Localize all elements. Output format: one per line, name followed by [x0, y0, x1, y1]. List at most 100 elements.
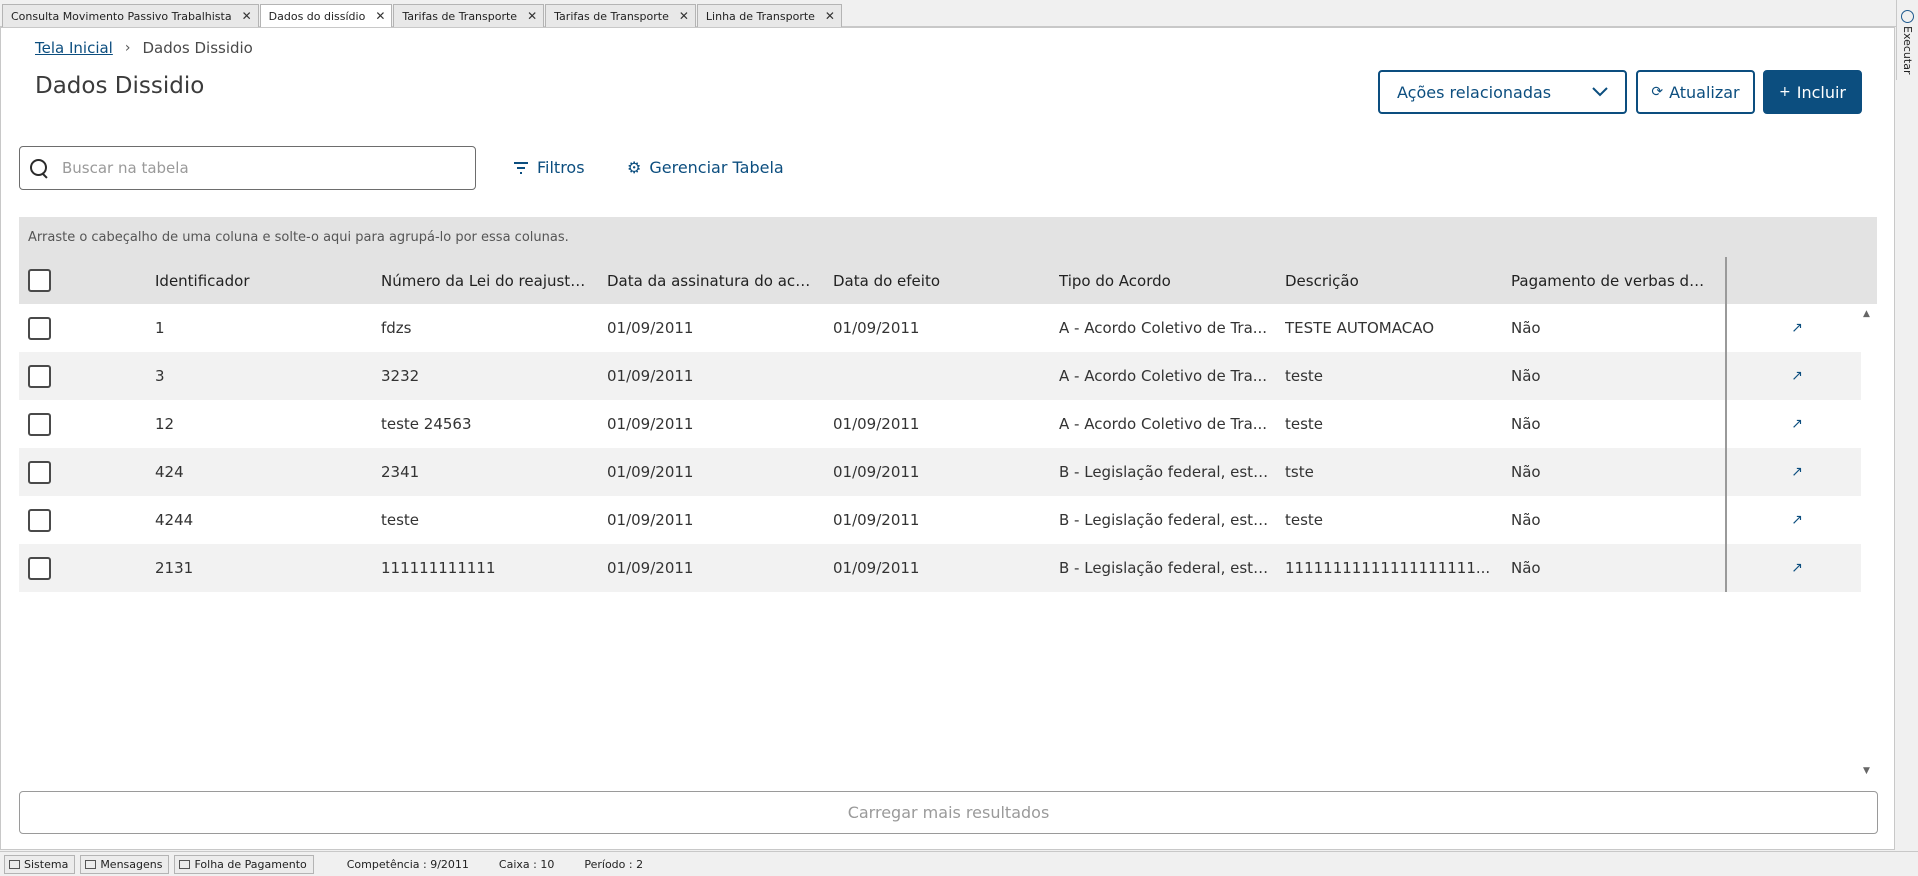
tab-dados-dissidio[interactable]: Dados do dissídio ✕: [259, 4, 393, 27]
cell-data-assinatura: 01/09/2011: [607, 559, 694, 577]
cell-numero-lei: 111111111111: [381, 559, 496, 577]
breadcrumb-home-link[interactable]: Tela Inicial: [35, 39, 113, 57]
related-actions-dropdown[interactable]: Ações relacionadas: [1378, 70, 1627, 114]
open-detail-icon[interactable]: ↗: [1787, 560, 1807, 576]
competence-status: Competência : 9/2011: [346, 857, 469, 871]
open-detail-icon[interactable]: ↗: [1787, 416, 1807, 432]
messages-label: Mensagens: [100, 857, 163, 871]
execute-label: Executar: [1901, 26, 1914, 75]
cell-descricao: teste: [1285, 367, 1324, 385]
close-icon[interactable]: ✕: [679, 9, 689, 23]
table-search-field[interactable]: [19, 146, 476, 190]
tab-label: Linha de Transporte: [705, 9, 815, 23]
update-button[interactable]: ⟳ Atualizar: [1636, 70, 1755, 114]
row-checkbox[interactable]: [28, 364, 51, 388]
cell-pagamento-verbas: Não: [1511, 415, 1541, 433]
tab-consulta-movimento[interactable]: Consulta Movimento Passivo Trabalhista ✕: [2, 4, 259, 27]
table-row[interactable]: 4244 teste 01/09/2011 01/09/2011 B - Leg…: [19, 496, 1861, 544]
close-icon[interactable]: ✕: [527, 9, 537, 23]
cell-descricao: tste: [1285, 463, 1314, 481]
filter-icon: [514, 161, 528, 174]
table-row[interactable]: 3 3232 01/09/2011 A - Acordo Coletivo de…: [19, 352, 1861, 400]
tab-label: Consulta Movimento Passivo Trabalhista: [11, 9, 232, 23]
include-label: Incluir: [1796, 82, 1846, 102]
module-icon: [179, 859, 191, 869]
group-by-dropzone[interactable]: Arraste o cabeçalho de uma coluna e solt…: [19, 217, 1877, 257]
cell-tipo-acordo: B - Legislação federal, esta...: [1059, 463, 1269, 481]
cell-tipo-acordo: A - Acordo Coletivo de Tra...: [1059, 415, 1268, 433]
cell-numero-lei: fdzs: [381, 319, 412, 337]
column-header-identificador[interactable]: Identificador: [155, 272, 365, 290]
group-by-hint: Arraste o cabeçalho de uma coluna e solt…: [28, 229, 569, 245]
cell-identificador: 424: [155, 463, 184, 481]
tab-label: Tarifas de Transporte: [402, 9, 518, 23]
cell-tipo-acordo: B - Legislação federal, esta...: [1059, 511, 1269, 529]
cell-identificador: 4244: [155, 511, 194, 529]
cell-data-assinatura: 01/09/2011: [607, 319, 694, 337]
column-header-descricao[interactable]: Descrição: [1285, 272, 1495, 290]
table-row[interactable]: 2131 111111111111 01/09/2011 01/09/2011 …: [19, 544, 1861, 592]
cell-pagamento-verbas: Não: [1511, 319, 1541, 337]
table-row[interactable]: 12 teste 24563 01/09/2011 01/09/2011 A -…: [19, 400, 1861, 448]
plus-icon: +: [1779, 84, 1791, 100]
column-divider: [1725, 544, 1727, 592]
breadcrumb: Tela Inicial › Dados Dissidio: [35, 39, 253, 57]
message-icon: [85, 859, 97, 869]
table-row[interactable]: 424 2341 01/09/2011 01/09/2011 B - Legis…: [19, 448, 1861, 496]
column-divider: [1725, 304, 1727, 352]
close-icon[interactable]: ✕: [242, 9, 252, 23]
search-icon: [30, 159, 48, 177]
update-label: Atualizar: [1669, 82, 1740, 102]
cashier-status: Caixa : 10: [498, 857, 555, 871]
messages-button[interactable]: Mensagens: [80, 854, 170, 874]
table-row[interactable]: 1 fdzs 01/09/2011 01/09/2011 A - Acordo …: [19, 304, 1861, 352]
open-detail-icon[interactable]: ↗: [1787, 512, 1807, 528]
row-checkbox[interactable]: [28, 556, 51, 580]
payroll-module-button[interactable]: Folha de Pagamento: [174, 854, 314, 874]
open-detail-icon[interactable]: ↗: [1787, 320, 1807, 336]
column-divider: [1725, 400, 1727, 448]
filters-button[interactable]: Filtros: [513, 158, 585, 177]
cell-identificador: 3: [155, 367, 165, 385]
column-header-data-assinatura[interactable]: Data da assinatura do acor...: [607, 272, 817, 290]
search-input[interactable]: [62, 159, 442, 177]
cell-data-efeito: 01/09/2011: [833, 415, 920, 433]
open-detail-icon[interactable]: ↗: [1787, 368, 1807, 384]
cell-descricao: 11111111111111111111...: [1285, 559, 1491, 577]
cell-pagamento-verbas: Não: [1511, 367, 1541, 385]
system-button[interactable]: Sistema: [4, 854, 76, 874]
close-icon[interactable]: ✕: [375, 9, 385, 23]
manage-table-label: Gerenciar Tabela: [649, 158, 784, 177]
column-divider: [1725, 352, 1727, 400]
manage-table-button[interactable]: ⚙ Gerenciar Tabela: [627, 158, 784, 177]
close-icon[interactable]: ✕: [825, 9, 835, 23]
tab-tarifas-transporte-2[interactable]: Tarifas de Transporte ✕: [545, 4, 696, 27]
execute-side-panel[interactable]: Executar: [1896, 0, 1918, 80]
cell-data-efeito: 01/09/2011: [833, 319, 920, 337]
tab-label: Tarifas de Transporte: [554, 9, 669, 23]
scroll-up-arrow-icon[interactable]: ▲: [1863, 309, 1870, 319]
tab-tarifas-transporte-1[interactable]: Tarifas de Transporte ✕: [393, 4, 545, 27]
row-checkbox[interactable]: [28, 460, 51, 484]
row-checkbox[interactable]: [28, 508, 51, 532]
status-bar: Sistema Mensagens Folha de Pagamento Com…: [0, 851, 1918, 876]
row-checkbox[interactable]: [28, 316, 51, 340]
load-more-button[interactable]: Carregar mais resultados: [19, 791, 1878, 834]
cell-pagamento-verbas: Não: [1511, 511, 1541, 529]
column-header-data-efeito[interactable]: Data do efeito: [833, 272, 1043, 290]
column-header-pagamento-verbas[interactable]: Pagamento de verbas devi...: [1511, 272, 1711, 290]
cell-descricao: TESTE AUTOMACAO: [1285, 319, 1434, 337]
select-all-checkbox[interactable]: [28, 269, 51, 292]
tab-bar: Consulta Movimento Passivo Trabalhista ✕…: [0, 0, 1918, 27]
gear-icon: ⚙: [627, 158, 642, 177]
row-checkbox[interactable]: [28, 412, 51, 436]
cell-numero-lei: 3232: [381, 367, 420, 385]
main-panel: Tela Inicial › Dados Dissidio Dados Diss…: [0, 27, 1895, 850]
column-header-numero-lei[interactable]: Número da Lei do reajuste r...: [381, 272, 591, 290]
open-detail-icon[interactable]: ↗: [1787, 464, 1807, 480]
scroll-down-arrow-icon[interactable]: ▼: [1863, 766, 1870, 776]
include-button[interactable]: + Incluir: [1763, 70, 1862, 114]
column-header-tipo-acordo[interactable]: Tipo do Acordo: [1059, 272, 1269, 290]
period-status: Período : 2: [584, 857, 644, 871]
tab-linha-transporte[interactable]: Linha de Transporte ✕: [696, 4, 842, 27]
